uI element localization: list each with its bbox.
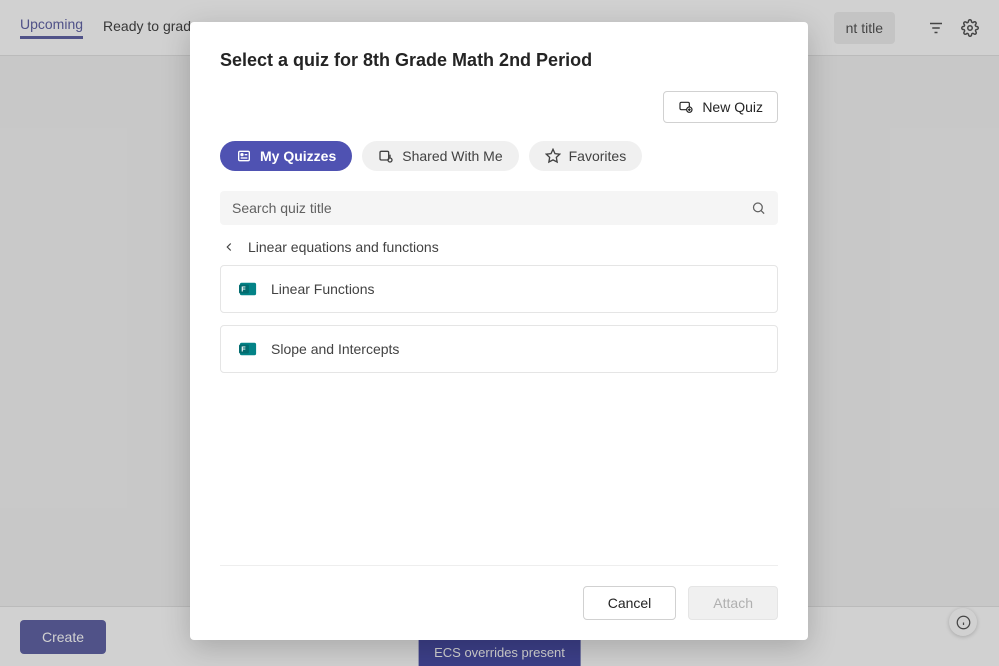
star-icon (545, 148, 561, 164)
new-quiz-label: New Quiz (702, 99, 763, 115)
dialog-title: Select a quiz for 8th Grade Math 2nd Per… (220, 50, 778, 71)
my-quizzes-icon (236, 148, 252, 164)
new-quiz-icon (678, 99, 694, 115)
shared-icon (378, 148, 394, 164)
select-quiz-dialog: Select a quiz for 8th Grade Math 2nd Per… (190, 22, 808, 640)
search-input[interactable] (220, 191, 778, 225)
search-box (220, 191, 778, 225)
pill-my-quizzes-label: My Quizzes (260, 148, 336, 164)
svg-text:F: F (241, 285, 246, 294)
quiz-item[interactable]: F Slope and Intercepts (220, 325, 778, 373)
cancel-button[interactable]: Cancel (583, 586, 677, 620)
dialog-footer: Cancel Attach (220, 565, 778, 620)
pill-shared-label: Shared With Me (402, 148, 502, 164)
forms-icon: F (239, 280, 257, 298)
forms-icon: F (239, 340, 257, 358)
quiz-item[interactable]: F Linear Functions (220, 265, 778, 313)
breadcrumb-back[interactable]: Linear equations and functions (222, 239, 778, 255)
quiz-item-label: Linear Functions (271, 281, 375, 297)
chevron-left-icon (222, 240, 236, 254)
svg-text:F: F (241, 345, 246, 354)
pill-favorites[interactable]: Favorites (529, 141, 643, 171)
pill-shared-with-me[interactable]: Shared With Me (362, 141, 518, 171)
filter-pill-row: My Quizzes Shared With Me Favorites (220, 141, 778, 171)
new-quiz-button[interactable]: New Quiz (663, 91, 778, 123)
breadcrumb-label: Linear equations and functions (248, 239, 439, 255)
attach-button: Attach (688, 586, 778, 620)
quiz-item-label: Slope and Intercepts (271, 341, 399, 357)
pill-my-quizzes[interactable]: My Quizzes (220, 141, 352, 171)
quiz-list: F Linear Functions F Slope and Intercept… (220, 265, 778, 373)
pill-favorites-label: Favorites (569, 148, 627, 164)
